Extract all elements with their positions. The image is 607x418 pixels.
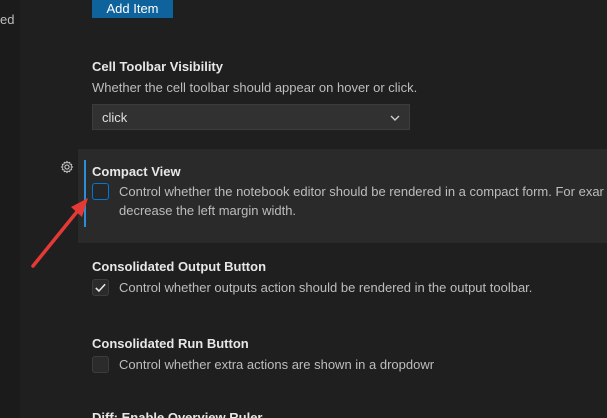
consolidated-output-button-title: Consolidated Output Button (92, 259, 267, 274)
left-panel-text: ed (0, 12, 15, 27)
consolidated-run-button-description: Control whether extra actions are shown … (119, 357, 435, 372)
consolidated-output-button-description: Control whether outputs action should be… (119, 280, 533, 295)
consolidated-output-button-checkbox[interactable] (92, 279, 109, 296)
consolidated-run-button-title: Consolidated Run Button (92, 336, 249, 351)
focus-indicator (84, 160, 86, 227)
chevron-down-icon (390, 115, 400, 121)
select-value: click (102, 110, 128, 125)
diff-enable-overview-ruler-title: Diff: Enable Overview Ruler (92, 410, 263, 418)
cell-toolbar-visibility-description: Whether the cell toolbar should appear o… (92, 80, 418, 95)
settings-page: ed Add Item Cell Toolbar Visibility Whet… (0, 0, 607, 418)
compact-view-checkbox[interactable] (92, 183, 109, 200)
cell-toolbar-visibility-title: Cell Toolbar Visibility (92, 59, 223, 74)
compact-view-description-line2: decrease the left margin width. (119, 203, 297, 218)
compact-view-title: Compact View (92, 164, 181, 179)
check-icon (95, 283, 106, 293)
left-panel-edge: ed (0, 0, 20, 418)
cell-toolbar-visibility-select[interactable]: click (92, 104, 410, 130)
consolidated-run-button-checkbox[interactable] (92, 356, 109, 373)
gear-icon[interactable] (60, 160, 74, 174)
add-item-button[interactable]: Add Item (92, 0, 173, 18)
compact-view-description-line1: Control whether the notebook editor shou… (119, 184, 604, 199)
